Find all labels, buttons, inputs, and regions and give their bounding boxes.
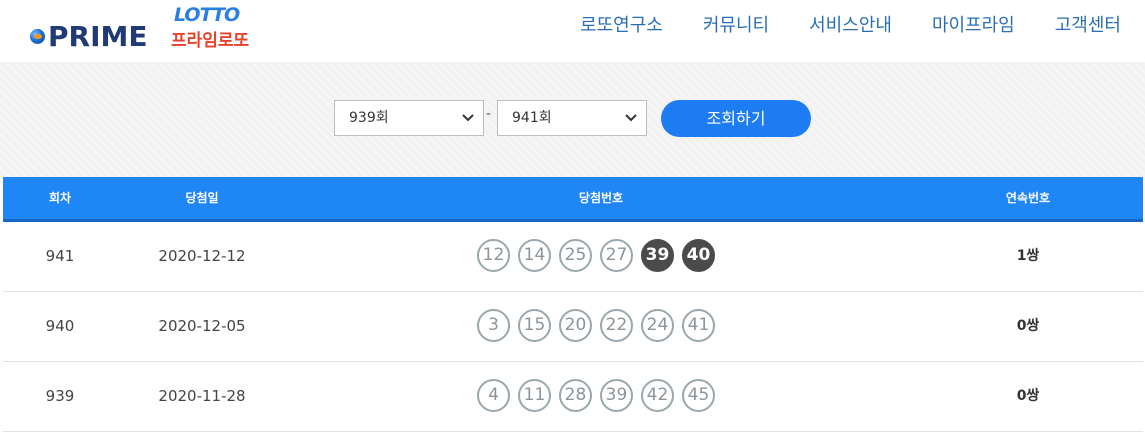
number-ball: 39 bbox=[641, 239, 674, 272]
chevron-down-icon bbox=[462, 114, 474, 122]
header-streak: 연속번호 bbox=[1005, 191, 1051, 205]
round-from-value: 939회 bbox=[349, 110, 389, 126]
round-to-select[interactable]: 941회 bbox=[497, 100, 647, 136]
logo-globe-icon bbox=[30, 29, 45, 44]
number-ball: 41 bbox=[682, 309, 715, 342]
range-separator: - bbox=[486, 106, 492, 122]
logo-prime-text: PRIME bbox=[48, 20, 148, 53]
round-number: 939 bbox=[45, 387, 75, 405]
number-ball: 20 bbox=[559, 309, 592, 342]
number-ball: 4 bbox=[477, 379, 510, 412]
consecutive-count: 0쌍 bbox=[1016, 318, 1040, 334]
table-header: 회차 당첨일 당첨번호 연속번호 bbox=[3, 177, 1143, 222]
header-round: 회차 bbox=[48, 191, 72, 205]
nav-service-info[interactable]: 서비스안내 bbox=[789, 14, 912, 38]
logo-lotto-text: LOTTO bbox=[174, 4, 240, 26]
results-table: 회차 당첨일 당첨번호 연속번호 941 2020-12-12 12 14 25… bbox=[3, 177, 1143, 432]
number-ball: 25 bbox=[559, 239, 592, 272]
nav-my-prime[interactable]: 마이프라임 bbox=[912, 14, 1035, 38]
table-row[interactable]: 939 2020-11-28 4 11 28 39 42 45 0쌍 bbox=[3, 362, 1143, 432]
number-ball: 27 bbox=[600, 239, 633, 272]
nav-lotto-lab[interactable]: 로또연구소 bbox=[560, 14, 683, 38]
winning-numbers: 3 15 20 22 24 41 bbox=[477, 309, 715, 342]
search-button[interactable]: 조회하기 bbox=[661, 100, 811, 137]
consecutive-count: 1쌍 bbox=[1016, 248, 1040, 264]
number-ball: 40 bbox=[682, 239, 715, 272]
number-ball: 42 bbox=[641, 379, 674, 412]
prime-lotto-logo[interactable]: PRIME LOTTO 프라임로또 bbox=[28, 4, 258, 56]
logo-korean-text: 프라임로또 bbox=[171, 31, 250, 51]
consecutive-count: 0쌍 bbox=[1016, 388, 1040, 404]
number-ball: 15 bbox=[518, 309, 551, 342]
draw-date: 2020-12-12 bbox=[158, 247, 246, 265]
nav-community[interactable]: 커뮤니티 bbox=[683, 14, 789, 38]
table-row[interactable]: 940 2020-12-05 3 15 20 22 24 41 0쌍 bbox=[3, 292, 1143, 362]
nav-customer-center[interactable]: 고객센터 bbox=[1035, 14, 1121, 38]
main-menu: 로또연구소 커뮤니티 서비스안내 마이프라임 고객센터 bbox=[560, 14, 1121, 38]
header-date: 당첨일 bbox=[185, 191, 219, 205]
round-number: 941 bbox=[45, 247, 75, 265]
number-ball: 39 bbox=[600, 379, 633, 412]
number-ball: 14 bbox=[518, 239, 551, 272]
number-ball: 24 bbox=[641, 309, 674, 342]
winning-numbers: 12 14 25 27 39 40 bbox=[477, 239, 715, 272]
header-numbers: 당첨번호 bbox=[578, 191, 624, 205]
round-number: 940 bbox=[45, 317, 75, 335]
chevron-down-icon bbox=[625, 114, 637, 122]
table-row[interactable]: 941 2020-12-12 12 14 25 27 39 40 1쌍 bbox=[3, 222, 1143, 292]
number-ball: 22 bbox=[600, 309, 633, 342]
draw-date: 2020-11-28 bbox=[158, 387, 246, 405]
round-filter-panel: 939회 - 941회 조회하기 bbox=[0, 62, 1145, 177]
number-ball: 3 bbox=[477, 309, 510, 342]
number-ball: 12 bbox=[477, 239, 510, 272]
round-from-select[interactable]: 939회 bbox=[334, 100, 484, 136]
number-ball: 45 bbox=[682, 379, 715, 412]
top-navigation-bar: PRIME LOTTO 프라임로또 로또연구소 커뮤니티 서비스안내 마이프라임… bbox=[0, 0, 1145, 62]
round-to-value: 941회 bbox=[512, 110, 552, 126]
draw-date: 2020-12-05 bbox=[158, 317, 246, 335]
winning-numbers: 4 11 28 39 42 45 bbox=[477, 379, 715, 412]
number-ball: 11 bbox=[518, 379, 551, 412]
number-ball: 28 bbox=[559, 379, 592, 412]
